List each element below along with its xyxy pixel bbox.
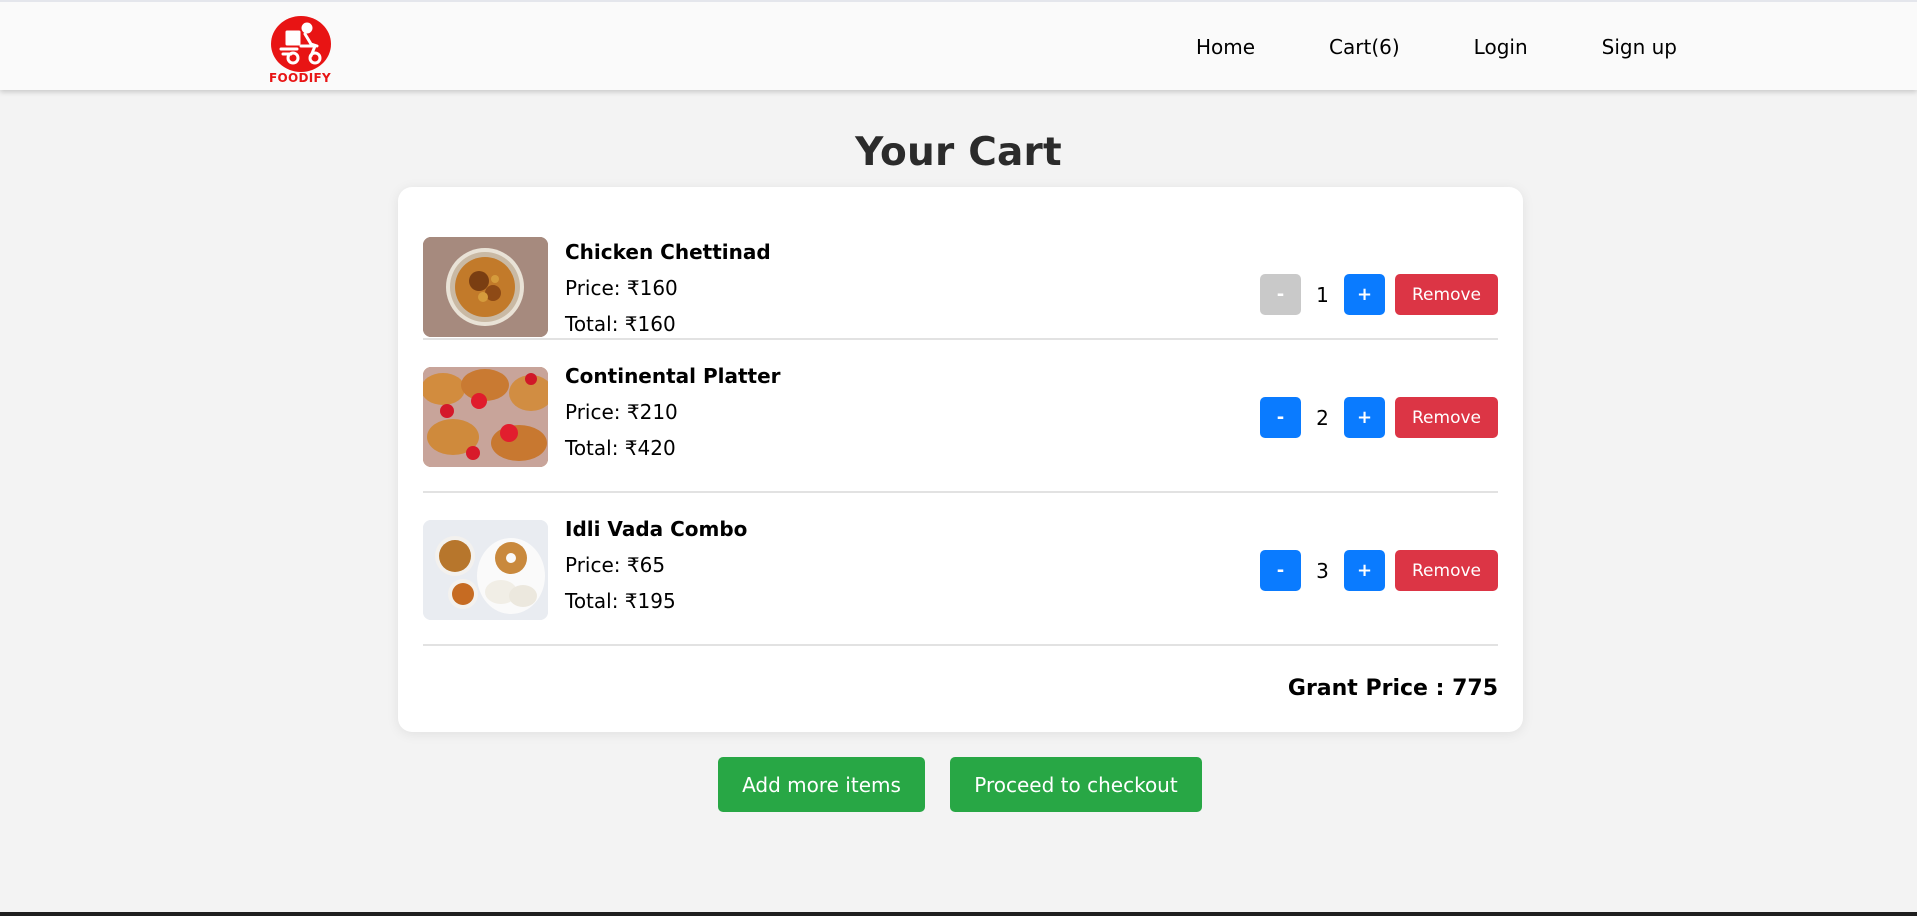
item-total: Total: ₹160 — [565, 312, 676, 336]
nav-login-link[interactable]: Login — [1474, 35, 1528, 59]
quantity-value: 3 — [1316, 558, 1329, 583]
navbar: FOODIFY Home Cart(6) Login Sign up — [0, 0, 1917, 90]
nav-signup-link[interactable]: Sign up — [1602, 35, 1677, 59]
item-image — [423, 237, 548, 337]
add-more-items-button[interactable]: Add more items — [718, 757, 925, 812]
item-image — [423, 367, 548, 467]
grand-price: Grant Price : 775 — [1287, 676, 1498, 701]
remove-item-button[interactable]: Remove — [1395, 550, 1498, 591]
increase-quantity-button[interactable]: + — [1344, 550, 1385, 591]
item-price: Price: ₹160 — [565, 276, 678, 300]
cart-card: Chicken Chettinad Price: ₹160 Total: ₹16… — [398, 187, 1523, 732]
cart-item: Chicken Chettinad Price: ₹160 Total: ₹16… — [423, 187, 1498, 340]
item-info: Continental Platter Price: ₹210 Total: ₹… — [565, 364, 781, 460]
quantity-controls: - 1 + Remove — [1260, 274, 1498, 315]
nav-links: Home Cart(6) Login Sign up — [1122, 2, 1677, 92]
foodify-logo[interactable]: FOODIFY — [263, 16, 337, 86]
item-info: Chicken Chettinad Price: ₹160 Total: ₹16… — [565, 240, 771, 336]
item-price: Price: ₹65 — [565, 553, 666, 577]
item-name: Continental Platter — [565, 364, 781, 388]
decrease-quantity-button[interactable]: - — [1260, 550, 1301, 591]
bottom-border — [0, 912, 1917, 916]
page-title: Your Cart — [855, 130, 1062, 175]
increase-quantity-button[interactable]: + — [1344, 274, 1385, 315]
remove-item-button[interactable]: Remove — [1395, 274, 1498, 315]
item-total: Total: ₹420 — [565, 436, 676, 460]
increase-quantity-button[interactable]: + — [1344, 397, 1385, 438]
item-info: Idli Vada Combo Price: ₹65 Total: ₹195 — [565, 517, 747, 613]
item-image — [423, 520, 548, 620]
cart-item: Idli Vada Combo Price: ₹65 Total: ₹195 -… — [423, 493, 1498, 646]
decrease-quantity-button[interactable]: - — [1260, 274, 1301, 315]
nav-home-link[interactable]: Home — [1196, 35, 1255, 59]
remove-item-button[interactable]: Remove — [1395, 397, 1498, 438]
nav-cart-link[interactable]: Cart(6) — [1329, 35, 1400, 59]
proceed-to-checkout-button[interactable]: Proceed to checkout — [950, 757, 1202, 812]
decrease-quantity-button[interactable]: - — [1260, 397, 1301, 438]
quantity-controls: - 2 + Remove — [1260, 397, 1498, 438]
item-name: Idli Vada Combo — [565, 517, 748, 541]
brand-name: FOODIFY — [268, 71, 331, 85]
cart-item: Continental Platter Price: ₹210 Total: ₹… — [423, 340, 1498, 493]
delivery-rider-icon — [271, 16, 331, 72]
item-name: Chicken Chettinad — [565, 240, 771, 264]
item-price: Price: ₹210 — [565, 400, 678, 424]
item-total: Total: ₹195 — [565, 589, 676, 613]
quantity-value: 2 — [1316, 405, 1329, 430]
quantity-value: 1 — [1316, 282, 1329, 307]
quantity-controls: - 3 + Remove — [1260, 550, 1498, 591]
